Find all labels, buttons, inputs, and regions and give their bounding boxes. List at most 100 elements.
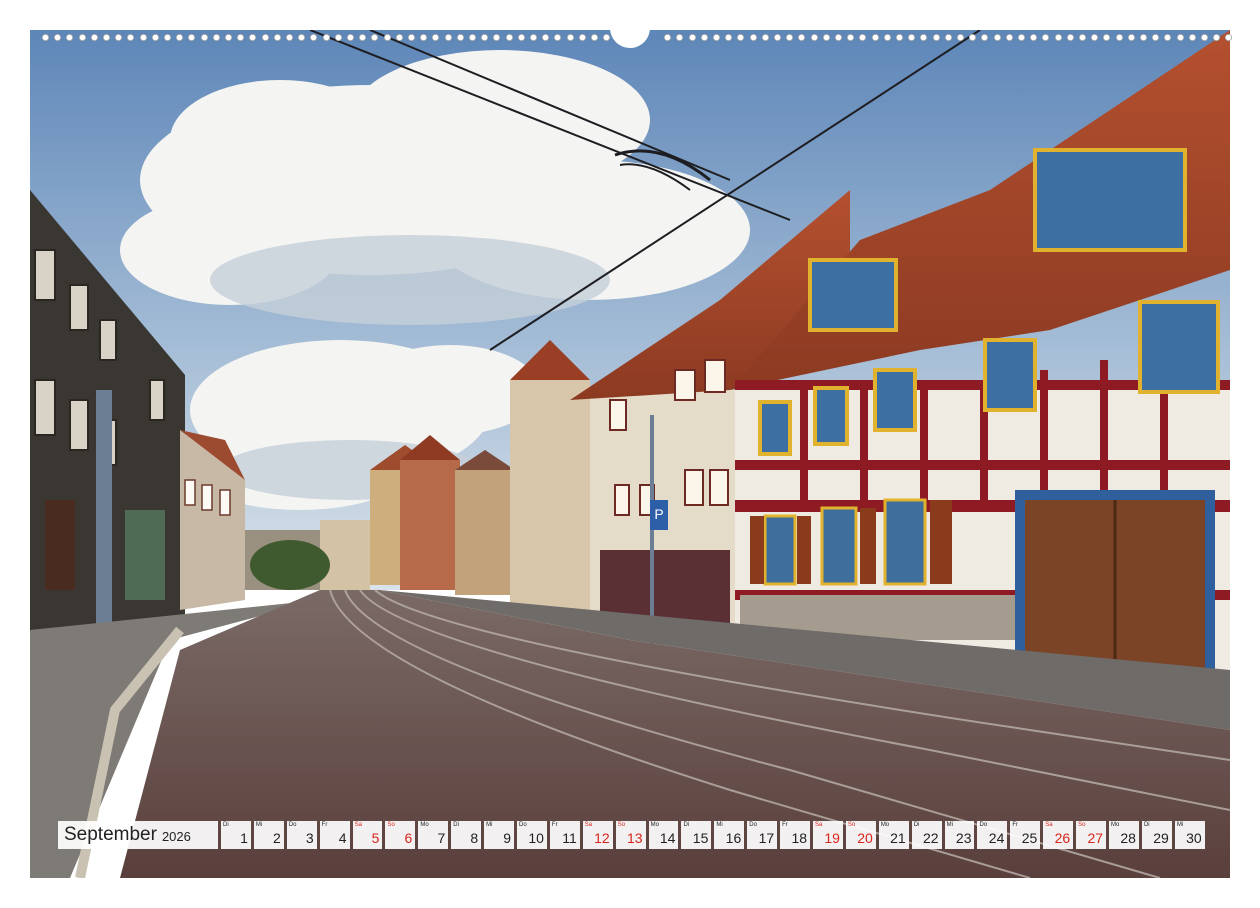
calendar-day: Mo 14 bbox=[648, 821, 679, 849]
weekday-abbrev: Mi bbox=[1176, 822, 1184, 828]
binding-ring bbox=[932, 34, 940, 41]
binding-ring bbox=[408, 34, 415, 41]
binding-ring bbox=[700, 34, 708, 41]
binding-ring bbox=[164, 34, 171, 41]
weekday-abbrev: Mi bbox=[946, 822, 953, 828]
binding-ring bbox=[774, 34, 781, 41]
binding-ring bbox=[347, 34, 354, 41]
binding-ring bbox=[1018, 34, 1025, 41]
binding-ring bbox=[286, 34, 293, 41]
weekday-abbrev: Fr bbox=[782, 822, 788, 828]
day-number: 2 bbox=[272, 830, 281, 846]
weekday-abbrev: So bbox=[847, 822, 856, 828]
binding-ring bbox=[383, 34, 391, 41]
binding-ring bbox=[542, 34, 550, 41]
binding-ring bbox=[676, 34, 684, 41]
weekday-abbrev: Do bbox=[288, 822, 297, 828]
day-number: 12 bbox=[594, 830, 610, 846]
weekday-abbrev: Sa bbox=[584, 822, 593, 828]
day-number: 19 bbox=[824, 830, 840, 846]
binding-ring bbox=[505, 34, 513, 41]
binding-ring bbox=[591, 34, 598, 41]
calendar-day: Di 29 bbox=[1141, 821, 1172, 849]
weekday-abbrev: Fr bbox=[1012, 822, 1019, 828]
weekday-abbrev: Sa bbox=[815, 822, 823, 828]
binding-ring bbox=[334, 34, 342, 41]
weekday-abbrev: Mo bbox=[420, 822, 429, 828]
day-number: 4 bbox=[338, 830, 347, 846]
day-number: 26 bbox=[1054, 830, 1071, 846]
binding-ring bbox=[237, 34, 245, 41]
binding-ring bbox=[981, 34, 989, 41]
calendar-day: Mi 2 bbox=[253, 821, 284, 849]
calendar-day: Fr 11 bbox=[549, 821, 580, 849]
binding-ring bbox=[481, 34, 489, 41]
binding-ring bbox=[298, 34, 306, 41]
binding-ring bbox=[896, 34, 903, 41]
weekday-abbrev: So bbox=[1078, 822, 1086, 828]
binding-ring bbox=[1152, 34, 1160, 41]
calendar-day: Do 17 bbox=[747, 821, 778, 849]
weekday-abbrev: Sa bbox=[354, 822, 362, 828]
binding-ring bbox=[54, 34, 62, 41]
binding-ring bbox=[90, 34, 98, 41]
binding-ring bbox=[1225, 34, 1233, 41]
day-number: 30 bbox=[1186, 830, 1202, 846]
binding-ring bbox=[1127, 34, 1135, 41]
binding-ring bbox=[212, 34, 220, 41]
calendar-day: So 27 bbox=[1076, 821, 1107, 849]
day-number: 9 bbox=[503, 830, 512, 846]
calendar-day: Sa 5 bbox=[352, 821, 383, 849]
calendar-day: Mo 21 bbox=[878, 821, 909, 849]
calendar-day: Mo 28 bbox=[1109, 821, 1139, 849]
binding-ring bbox=[1091, 34, 1099, 41]
binding-ring bbox=[115, 34, 123, 41]
binding-ring bbox=[225, 34, 232, 41]
binding-ring bbox=[664, 34, 672, 41]
day-number: 27 bbox=[1087, 830, 1104, 846]
weekday-abbrev: Mi bbox=[255, 822, 263, 828]
binding-ring bbox=[469, 34, 476, 41]
binding-ring bbox=[1115, 34, 1123, 41]
calendar-day: So 20 bbox=[845, 821, 876, 849]
binding-ring bbox=[1213, 34, 1221, 41]
binding-ring bbox=[737, 34, 745, 41]
binding-ring bbox=[713, 34, 720, 41]
calendar-day: Fr 18 bbox=[780, 821, 811, 849]
binding-ring bbox=[1176, 34, 1184, 41]
day-number: 16 bbox=[725, 830, 742, 846]
calendar-day: Sa 12 bbox=[582, 821, 613, 849]
calendar-day: So 6 bbox=[385, 821, 416, 849]
binding-ring bbox=[420, 34, 428, 41]
weekday-abbrev: So bbox=[387, 822, 395, 828]
parking-sign-letter: P bbox=[654, 506, 663, 522]
day-number: 8 bbox=[470, 830, 479, 846]
day-number: 17 bbox=[758, 830, 775, 846]
weekday-abbrev: Fr bbox=[551, 822, 558, 828]
binding-ring bbox=[944, 34, 952, 41]
binding-ring bbox=[810, 34, 818, 41]
day-number: 29 bbox=[1153, 830, 1169, 846]
weekday-abbrev: Di bbox=[913, 822, 920, 828]
binding-ring bbox=[908, 34, 916, 41]
binding-ring bbox=[1188, 34, 1196, 41]
binding-ring bbox=[847, 34, 855, 41]
binding-ring bbox=[859, 34, 867, 41]
binding-ring bbox=[151, 34, 159, 41]
binding-ring bbox=[835, 34, 842, 41]
binding-ring bbox=[42, 34, 49, 41]
binding-ring bbox=[554, 34, 562, 41]
day-number: 18 bbox=[791, 830, 808, 846]
calendar-day: Di 22 bbox=[911, 821, 942, 849]
calendar-day: Mi 30 bbox=[1174, 821, 1205, 849]
binding-ring bbox=[310, 34, 318, 41]
day-number: 6 bbox=[404, 830, 413, 846]
binding-ring bbox=[1140, 34, 1147, 41]
binding-ring bbox=[566, 34, 574, 41]
calendar-day: So 13 bbox=[615, 821, 646, 849]
day-number: 25 bbox=[1021, 830, 1038, 846]
day-number: 28 bbox=[1120, 830, 1136, 846]
weekday-abbrev: Mi bbox=[716, 822, 723, 828]
day-number: 13 bbox=[627, 830, 643, 846]
weekday-abbrev: Mo bbox=[880, 822, 890, 828]
